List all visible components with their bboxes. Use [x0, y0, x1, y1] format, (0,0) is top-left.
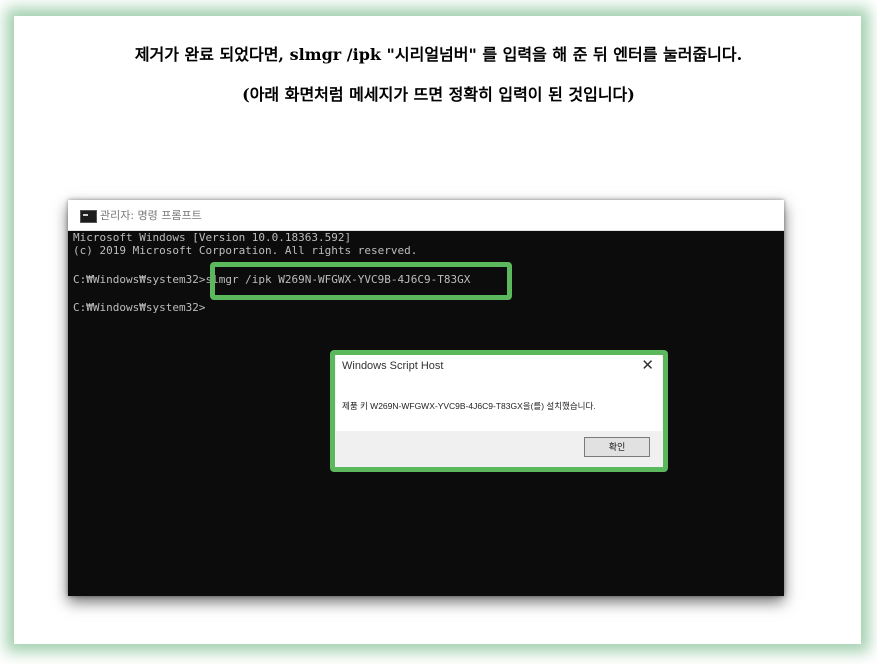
dialog-message: 제품 키 W269N-WFGWX-YVC9B-4J6C9-T83GX을(를) 설… [342, 401, 596, 411]
cmd-window-title: 관리자: 명령 프롬프트 [100, 209, 202, 222]
page-frame: 제거가 완료 되었다면, slmgr /ipk "시리얼넘버" 를 입력을 해 … [0, 0, 877, 664]
instruction-line-1: 제거가 완료 되었다면, slmgr /ipk "시리얼넘버" 를 입력을 해 … [134, 45, 743, 64]
console-line: Microsoft Windows [Version 10.0.18363.59… [73, 231, 352, 244]
instruction-line-2: (아래 화면처럼 메세지가 뜨면 정확히 입력이 된 것입니다) [242, 85, 635, 104]
console-prompt-line: C:₩Windows₩system32> [73, 301, 206, 314]
dialog-title: Windows Script Host [342, 360, 444, 372]
console-icon [80, 210, 97, 223]
console-line: (c) 2019 Microsoft Corporation. All righ… [73, 244, 418, 257]
cmd-titlebar: 관리자: 명령 프롬프트 [68, 200, 784, 231]
command-highlight-box [210, 262, 512, 300]
ok-button[interactable]: 확인 [584, 437, 650, 457]
close-icon[interactable]: ✕ [641, 356, 654, 374]
script-host-dialog: Windows Script Host ✕ 제품 키 W269N-WFGWX-Y… [336, 355, 662, 466]
